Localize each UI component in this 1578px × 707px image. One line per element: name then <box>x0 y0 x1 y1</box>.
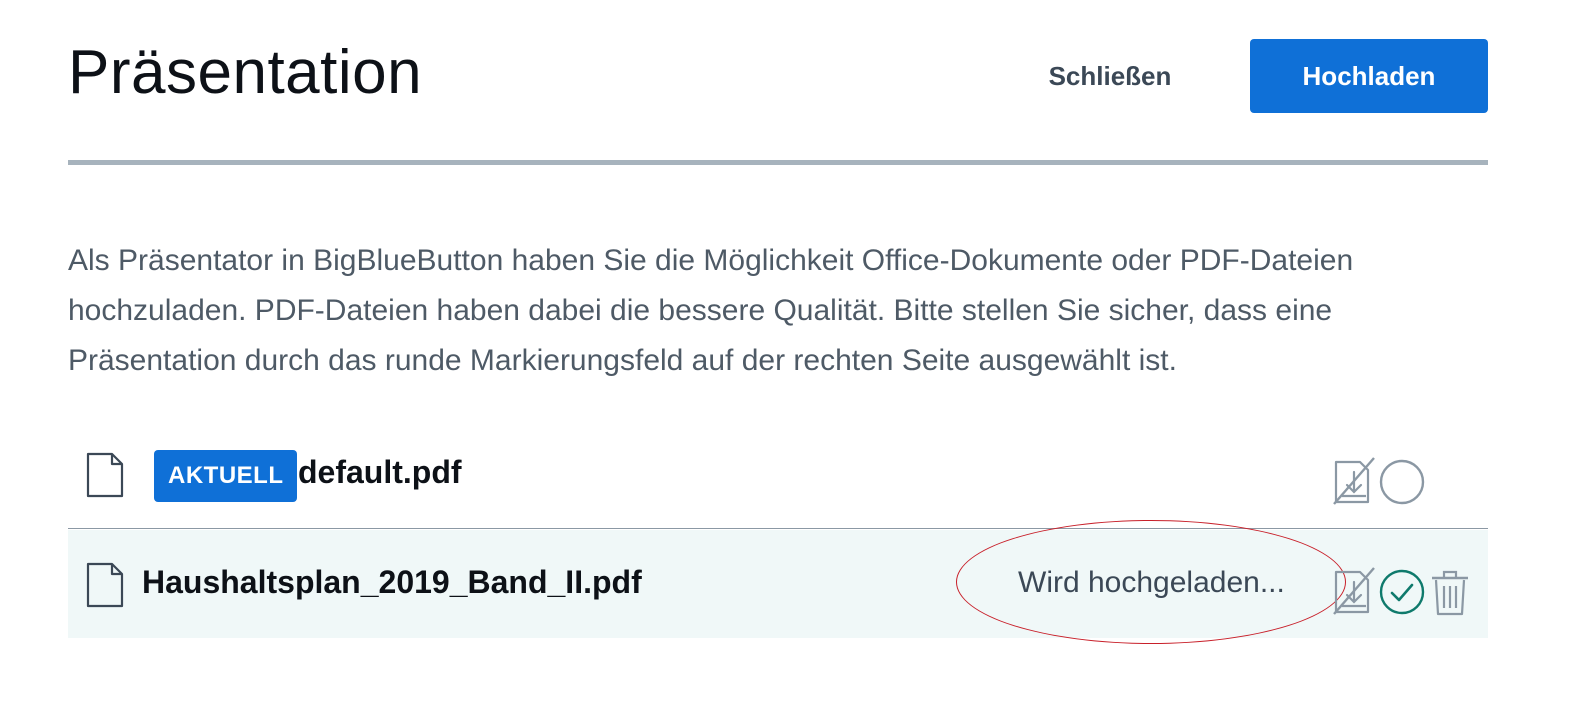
select-circle-icon[interactable] <box>1378 458 1426 506</box>
file-row-uploading: Haushaltsplan_2019_Band_II.pdf Wird hoch… <box>68 520 1488 644</box>
page-title: Präsentation <box>68 38 423 107</box>
upload-status: Wird hochgeladen... <box>1018 566 1285 599</box>
file-row-default: AKTUELL default.pdf <box>68 420 1488 529</box>
check-circle-icon[interactable] <box>1378 568 1426 616</box>
download-disabled-icon[interactable] <box>1332 456 1376 506</box>
trash-icon[interactable] <box>1428 568 1472 618</box>
file-icon <box>86 562 124 608</box>
close-button[interactable]: Schließen <box>1020 40 1200 112</box>
file-name: default.pdf <box>298 454 462 490</box>
current-badge: AKTUELL <box>154 450 298 502</box>
upload-button[interactable]: Hochladen <box>1250 39 1488 113</box>
file-name: Haushaltsplan_2019_Band_II.pdf <box>142 564 642 600</box>
presentation-modal: Präsentation Schließen Hochladen Als Prä… <box>0 0 1578 707</box>
header-divider <box>68 160 1488 165</box>
download-disabled-icon[interactable] <box>1332 566 1376 616</box>
instructions-text: Als Präsentator in BigBlueButton haben S… <box>68 244 1354 377</box>
file-icon <box>86 452 124 498</box>
